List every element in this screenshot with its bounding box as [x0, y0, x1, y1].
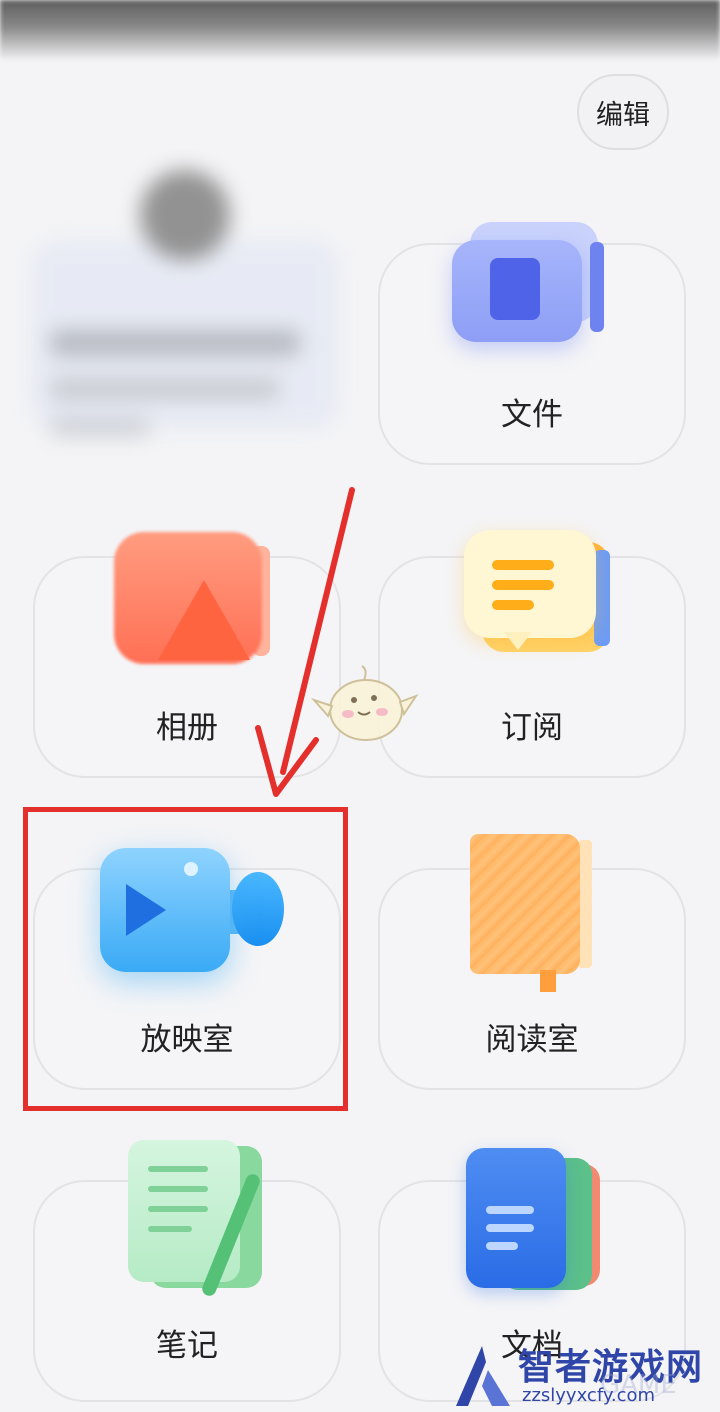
book-icon — [470, 834, 600, 994]
mascot-icon — [310, 665, 419, 741]
annotation-highlight-box — [23, 807, 348, 1111]
card-notes-label: 笔记 — [156, 1328, 218, 1364]
document-stack-icon — [466, 1148, 606, 1298]
watermark-url: zzslyyxcfy.com — [522, 1385, 656, 1406]
watermark-logo-icon — [456, 1346, 510, 1406]
notebook-pen-icon — [128, 1140, 268, 1300]
card-reading-room-label: 阅读室 — [485, 1022, 579, 1058]
